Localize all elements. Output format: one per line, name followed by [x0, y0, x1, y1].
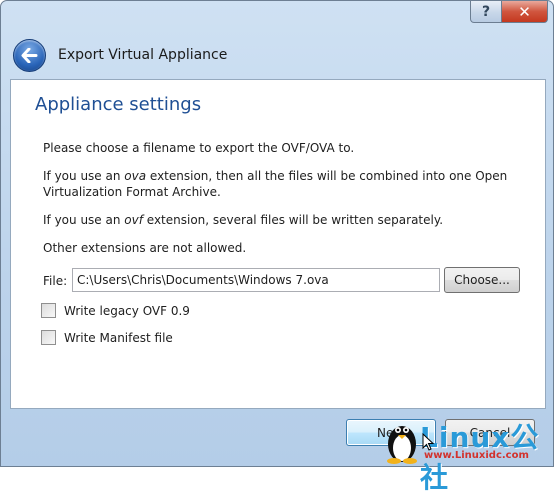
back-button[interactable]: [13, 38, 46, 72]
ova-extension-text: ova: [124, 169, 147, 183]
wizard-header: Export Virtual Appliance: [9, 31, 545, 79]
mouse-cursor-icon: [422, 433, 434, 451]
extensions-note-text: Other extensions are not allowed.: [43, 241, 247, 255]
ova-text-start: If you use an: [43, 169, 125, 183]
legacy-ovf-option[interactable]: Write legacy OVF 0.9: [41, 303, 190, 318]
watermark: Linux公社 www.Linuxidc.com: [384, 414, 554, 494]
wizard-page: Appliance settings Please choose a filen…: [10, 79, 546, 409]
ovf-text-start: If you use an: [43, 213, 125, 227]
close-button[interactable]: ✕: [502, 1, 548, 23]
choose-button[interactable]: Choose...: [444, 267, 520, 293]
back-arrow-icon: [21, 47, 38, 63]
ova-explanation-text: If you use an ova extension, then all th…: [43, 168, 513, 200]
page-title: Appliance settings: [35, 94, 202, 115]
ovf-text-end: extension, several files will be written…: [142, 213, 444, 227]
legacy-ovf-checkbox[interactable]: [41, 303, 56, 318]
wizard-title: Export Virtual Appliance: [58, 47, 228, 63]
ovf-extension-text: ovf: [124, 213, 143, 227]
file-path-input[interactable]: [72, 268, 440, 292]
manifest-checkbox[interactable]: [41, 330, 56, 345]
file-label: File:: [43, 274, 68, 288]
help-button[interactable]: ?: [470, 1, 502, 23]
manifest-label: Write Manifest file: [64, 330, 173, 345]
penguin-icon: [387, 426, 417, 464]
legacy-ovf-label: Write legacy OVF 0.9: [64, 303, 190, 318]
ovf-explanation-text: If you use an ovf extension, several fil…: [43, 212, 443, 228]
instruction-text: Please choose a filename to export the O…: [43, 141, 355, 155]
caption-buttons: ? ✕: [470, 1, 548, 23]
manifest-option[interactable]: Write Manifest file: [41, 330, 173, 345]
wizard-window: ? ✕ Export Virtual Appliance Appliance s…: [0, 0, 554, 467]
watermark-url: www.Linuxidc.com: [424, 450, 529, 461]
